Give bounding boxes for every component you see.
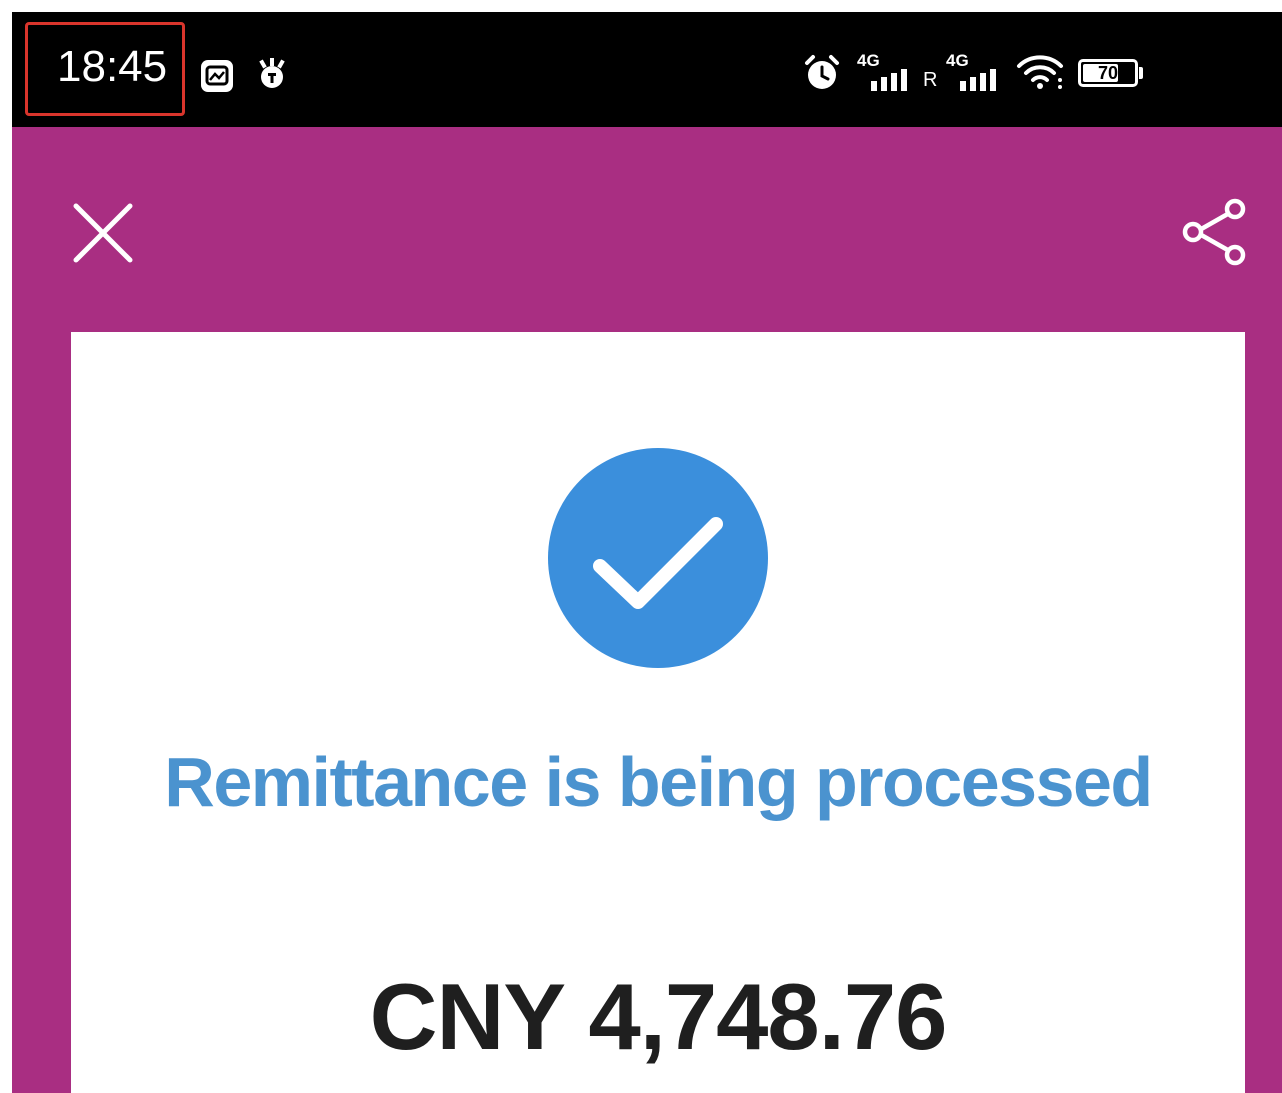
roaming-indicator: R <box>923 69 938 91</box>
battery-cap <box>1139 67 1143 79</box>
alarm-icon <box>803 54 841 97</box>
result-card: Remittance is being processed CNY 4,748.… <box>71 332 1245 1093</box>
transfer-amount: CNY 4,748.76 <box>369 964 948 1069</box>
share-button[interactable] <box>1180 198 1248 266</box>
close-button[interactable] <box>70 200 136 266</box>
status-bar: 18:45 4G R 4G 70 <box>12 12 1282 127</box>
close-icon <box>73 203 133 263</box>
notification-icon <box>255 56 289 99</box>
app-screen: 18:45 4G R 4G 70 Remittance is being pro… <box>12 12 1282 1093</box>
status-time: 18:45 <box>57 42 168 91</box>
signal-icon <box>869 67 915 96</box>
check-circle-icon <box>548 448 768 668</box>
signal-icon <box>958 67 1004 96</box>
battery-icon: 70 <box>1078 59 1138 87</box>
share-icon <box>1182 198 1246 266</box>
gallery-icon <box>199 58 235 99</box>
wifi-icon <box>1016 54 1064 95</box>
battery-percent: 70 <box>1097 63 1119 83</box>
status-message: Remittance is being processed <box>164 743 1153 821</box>
